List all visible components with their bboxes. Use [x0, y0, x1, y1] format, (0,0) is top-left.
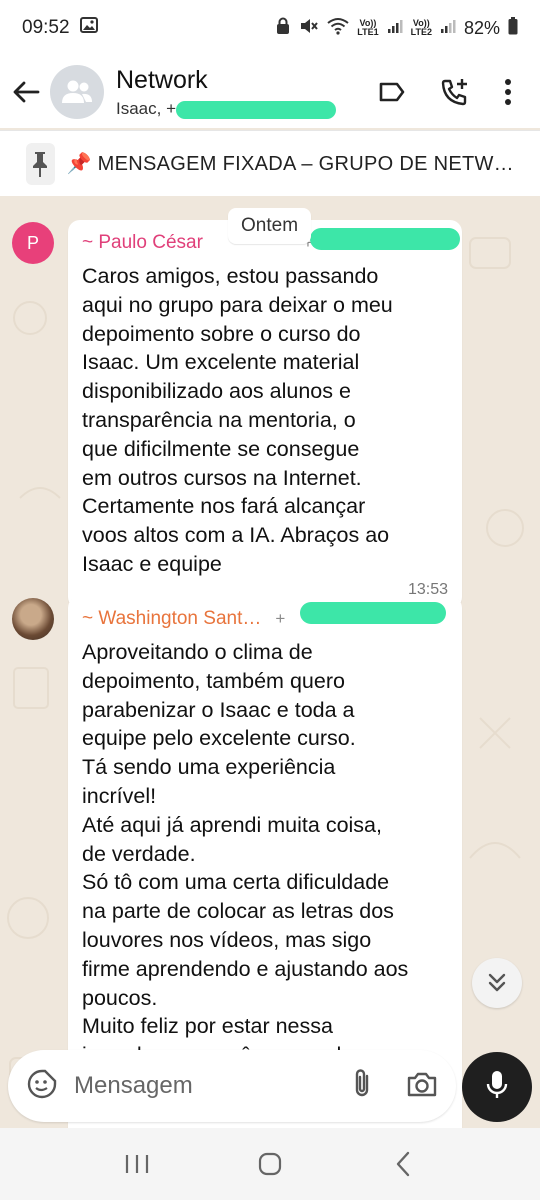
message-composer	[8, 1050, 456, 1122]
label-icon[interactable]	[378, 81, 406, 103]
mic-icon	[486, 1070, 508, 1105]
battery-text: 82%	[463, 17, 500, 38]
status-bar: 09:52 Vo)) LTE1 Vo)) LTE2 82%	[0, 0, 540, 56]
redaction-mark	[310, 228, 460, 250]
date-chip: Ontem	[228, 208, 312, 244]
sender-name[interactable]: ~ Washington Sant…	[82, 608, 261, 630]
status-time: 09:52	[22, 17, 70, 38]
chat-title-block[interactable]: Network Isaac, +	[116, 66, 336, 119]
chat-subtitle: Isaac, +	[116, 99, 336, 119]
home-icon[interactable]	[250, 1144, 290, 1184]
attach-icon[interactable]	[352, 1068, 372, 1105]
more-vert-icon[interactable]	[504, 78, 512, 106]
image-icon	[79, 17, 98, 39]
wifi-icon	[327, 17, 349, 40]
scroll-to-bottom-button[interactable]	[472, 958, 522, 1008]
message-text: Aproveitando o clima de depoimento, tamb…	[82, 640, 409, 1067]
recents-icon[interactable]	[117, 1144, 157, 1184]
chat-title: Network	[116, 65, 208, 94]
back-arrow-icon[interactable]	[10, 72, 42, 112]
message-text: Caros amigos, estou passando aqui no gru…	[82, 264, 393, 576]
back-icon[interactable]	[383, 1144, 423, 1184]
chat-area[interactable]: P ~ Paulo César + Caros amigos, estou pa…	[0, 198, 540, 1128]
mic-button[interactable]	[462, 1052, 532, 1122]
sim1-label: Vo)) LTE1	[357, 18, 379, 37]
sender-name[interactable]: ~ Paulo César	[82, 232, 203, 254]
signal-icon	[387, 18, 403, 39]
mute-icon	[299, 17, 319, 40]
system-nav-bar	[0, 1128, 540, 1200]
sim2-label: Vo)) LTE2	[410, 18, 432, 37]
battery-icon	[508, 16, 518, 40]
signal-icon-2	[440, 18, 456, 39]
redaction-mark	[176, 100, 336, 119]
sender-phone: +	[275, 609, 286, 628]
redaction-mark	[300, 602, 446, 624]
chat-header: Network Isaac, +	[0, 56, 540, 128]
avatar[interactable]	[12, 598, 54, 640]
lock-icon	[275, 17, 291, 40]
group-avatar-icon[interactable]	[50, 65, 104, 119]
message-bubble[interactable]: ~ Paulo César + Caros amigos, estou pass…	[68, 220, 462, 609]
pinned-text: 📌 MENSAGEM FIXADA – GRUPO DE NETW…	[66, 153, 514, 175]
emoji-sticker-icon[interactable]	[26, 1068, 58, 1105]
pin-icon	[26, 142, 55, 185]
message-input[interactable]	[74, 1072, 324, 1100]
pinned-message-bar[interactable]: 📌 MENSAGEM FIXADA – GRUPO DE NETW…	[0, 130, 540, 196]
message-bubble[interactable]: ~ Washington Sant… + Aproveitando o clim…	[68, 596, 462, 1128]
add-call-icon[interactable]	[440, 77, 470, 107]
avatar[interactable]: P	[12, 222, 54, 264]
camera-icon[interactable]	[406, 1070, 438, 1103]
